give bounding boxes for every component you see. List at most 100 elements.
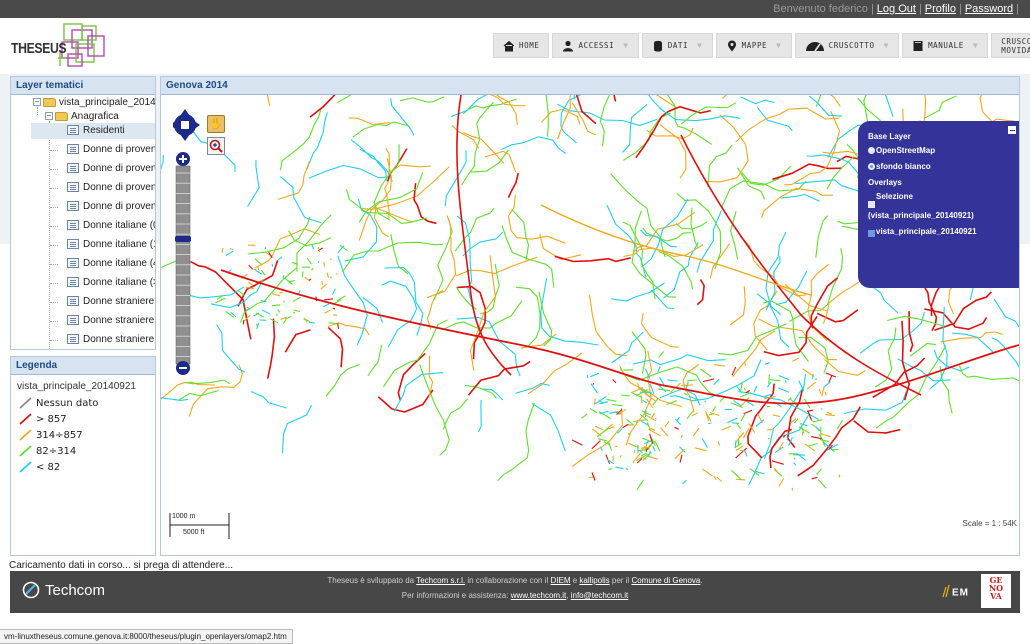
greeting-text: Benvenuto federico <box>773 3 868 15</box>
nav-cruscotto[interactable]: CRUSCOTTO ▼ <box>794 33 900 58</box>
map-panel: Genova 2014 ✋ Base Layer OpenStreetMap s… <box>160 76 1020 556</box>
loading-status: Caricamento dati in corso... si prega di… <box>9 560 234 571</box>
app-logo-text: THESEUS <box>11 40 67 57</box>
layer-item[interactable]: Donne di provenie <box>67 142 155 158</box>
password-link[interactable]: Password <box>965 3 1013 15</box>
layer-item[interactable]: Donne italiane (0 - <box>67 218 155 234</box>
layer-list-icon <box>67 220 79 231</box>
layer-item-label: Donne di provenie <box>83 163 155 174</box>
legend-entry-label: 314÷857 <box>36 429 83 441</box>
profile-link[interactable]: Profilo <box>925 3 956 15</box>
layer-list-icon <box>67 182 79 193</box>
base-layer-osm[interactable]: OpenStreetMap <box>868 146 1019 155</box>
pan-hand-tool-icon[interactable]: ✋ <box>207 115 225 133</box>
legend-entry: Nessun dato <box>11 395 155 411</box>
footer-credits: Theseus è sviluppato da Techcom s.r.l. i… <box>10 576 1020 585</box>
nav-home[interactable]: HOME <box>493 33 550 58</box>
layer-item[interactable]: Donne italiane (19 <box>67 237 155 253</box>
chevron-down-icon: ▼ <box>972 41 979 50</box>
zoom-box-tool-icon[interactable] <box>207 137 225 155</box>
layer-list-icon <box>67 144 79 155</box>
layers-panel: Layer tematici −vista_principale_2014092… <box>10 76 156 350</box>
overlay-selezione[interactable]: Selezione (vista_principale_20140921) <box>868 192 1019 220</box>
footer-text: Per informazioni e assistenza: <box>401 591 511 600</box>
layer-list-icon <box>67 258 79 269</box>
layer-item[interactable]: Donne di provenie <box>67 161 155 177</box>
page-footer: Techcom Theseus è sviluppato da Techcom … <box>10 571 1020 613</box>
base-layer-blank-label: sfondo bianco <box>876 162 931 171</box>
app-header: THESEUS HOME ACCESSI ▼ DATI ▼ MAPPE ▼ CRUSC… <box>0 18 1030 74</box>
radio-osm[interactable] <box>868 147 875 154</box>
nav-cruscotto-movida[interactable]: CRUSCOTTO MOVIDA <box>991 33 1030 58</box>
layer-item-label: Residenti <box>83 125 125 136</box>
checkbox-vista-checked[interactable] <box>868 230 875 237</box>
genova-logo: GE NO VA <box>981 574 1011 608</box>
nav-mappe[interactable]: MAPPE ▼ <box>715 33 792 58</box>
kallipolis-link[interactable]: kallipolis <box>579 576 609 585</box>
layer-switcher: Base Layer OpenStreetMap sfondo bianco O… <box>858 121 1019 288</box>
layer-item-label: Donne straniere e <box>83 296 155 307</box>
nav-mappe-label: MAPPE <box>741 41 768 50</box>
diem-link[interactable]: DIEM <box>551 576 571 585</box>
layer-item[interactable]: Donne italiane (> 6 <box>67 275 155 291</box>
layer-item-label: Donne italiane (0 - <box>83 220 155 231</box>
legend-panel: Legenda vista_principale_20140921 Nessun… <box>10 356 156 556</box>
radio-blank-selected[interactable] <box>868 163 875 170</box>
overlay-selezione-label: Selezione <box>876 192 913 201</box>
layer-list-icon <box>67 277 79 288</box>
legend-panel-title: Legenda <box>11 357 155 375</box>
legend-line-swatch <box>19 413 32 425</box>
overlays-title: Overlays <box>868 178 902 187</box>
nav-accessi-label: ACCESSI <box>578 41 615 50</box>
layer-list-icon <box>67 296 79 307</box>
map-title: Genova 2014 <box>161 77 1019 95</box>
checkbox-selezione[interactable] <box>868 201 875 208</box>
legend-layer-name: vista_principale_20140921 <box>17 381 136 392</box>
layer-item[interactable]: Donne italiane (41 <box>67 256 155 272</box>
overlay-vista[interactable]: vista_principale_20140921 <box>868 227 1019 237</box>
tree-folder-label: Anagrafica <box>71 111 119 122</box>
zoom-in-button[interactable] <box>176 152 190 166</box>
layer-list-icon <box>67 125 79 136</box>
layer-item[interactable]: Residenti <box>31 123 155 139</box>
base-layer-osm-label: OpenStreetMap <box>876 146 936 155</box>
layer-item[interactable]: Donne straniere e <box>67 294 155 310</box>
map-canvas[interactable]: ✋ Base Layer OpenStreetMap sfondo bianco… <box>161 95 1019 555</box>
logout-link[interactable]: Log Out <box>877 3 916 15</box>
nav-home-label: HOME <box>519 41 540 50</box>
legend-entry-label: 82÷314 <box>36 445 77 457</box>
folder-open-icon <box>55 111 68 121</box>
layer-item-label: Donne straniere e <box>83 334 155 345</box>
footer-text: per il <box>609 576 632 585</box>
techcom-link[interactable]: Techcom s.r.l. <box>416 576 465 585</box>
pan-control[interactable] <box>173 109 200 141</box>
site-link[interactable]: www.techcom.it <box>511 591 567 600</box>
minimize-switcher-button[interactable] <box>1007 125 1017 135</box>
chevron-down-icon: ▼ <box>883 41 890 50</box>
layer-item-label: Donne di provenie <box>83 201 155 212</box>
user-icon <box>563 40 574 51</box>
footer-contacts: Per informazioni e assistenza: www.techc… <box>10 591 1020 600</box>
scale-metric-label: 1000 m <box>172 513 196 520</box>
layer-item[interactable]: Donne straniere e <box>67 313 155 329</box>
collapse-toggle-icon[interactable]: − <box>33 98 41 107</box>
legend-entry-label: > 857 <box>36 413 67 425</box>
collapse-toggle-icon[interactable]: − <box>45 112 53 121</box>
nav-manuale[interactable]: MANUALE ▼ <box>902 33 989 58</box>
comune-link[interactable]: Comune di Genova <box>631 576 700 585</box>
layer-item[interactable]: Donne straniere e <box>67 332 155 348</box>
overlay-selezione-sublabel: (vista_principale_20140921) <box>868 211 974 220</box>
zoom-out-button[interactable] <box>176 361 190 375</box>
nav-accessi[interactable]: ACCESSI ▼ <box>552 33 639 58</box>
zoom-slider-handle[interactable] <box>175 236 191 242</box>
nav-dati[interactable]: DATI ▼ <box>641 33 713 58</box>
legend-entry: < 82 <box>11 459 155 475</box>
magnifier-icon <box>209 139 223 153</box>
legend-entry: > 857 <box>11 411 155 427</box>
base-layer-blank[interactable]: sfondo bianco <box>868 162 1019 171</box>
layer-item-label: Donne di provenie <box>83 182 155 193</box>
layer-item[interactable]: Donne di provenie <box>67 180 155 196</box>
legend-line-swatch <box>19 397 32 409</box>
mail-link[interactable]: info@techcom.it <box>571 591 628 600</box>
layer-item[interactable]: Donne di provenie <box>67 199 155 215</box>
